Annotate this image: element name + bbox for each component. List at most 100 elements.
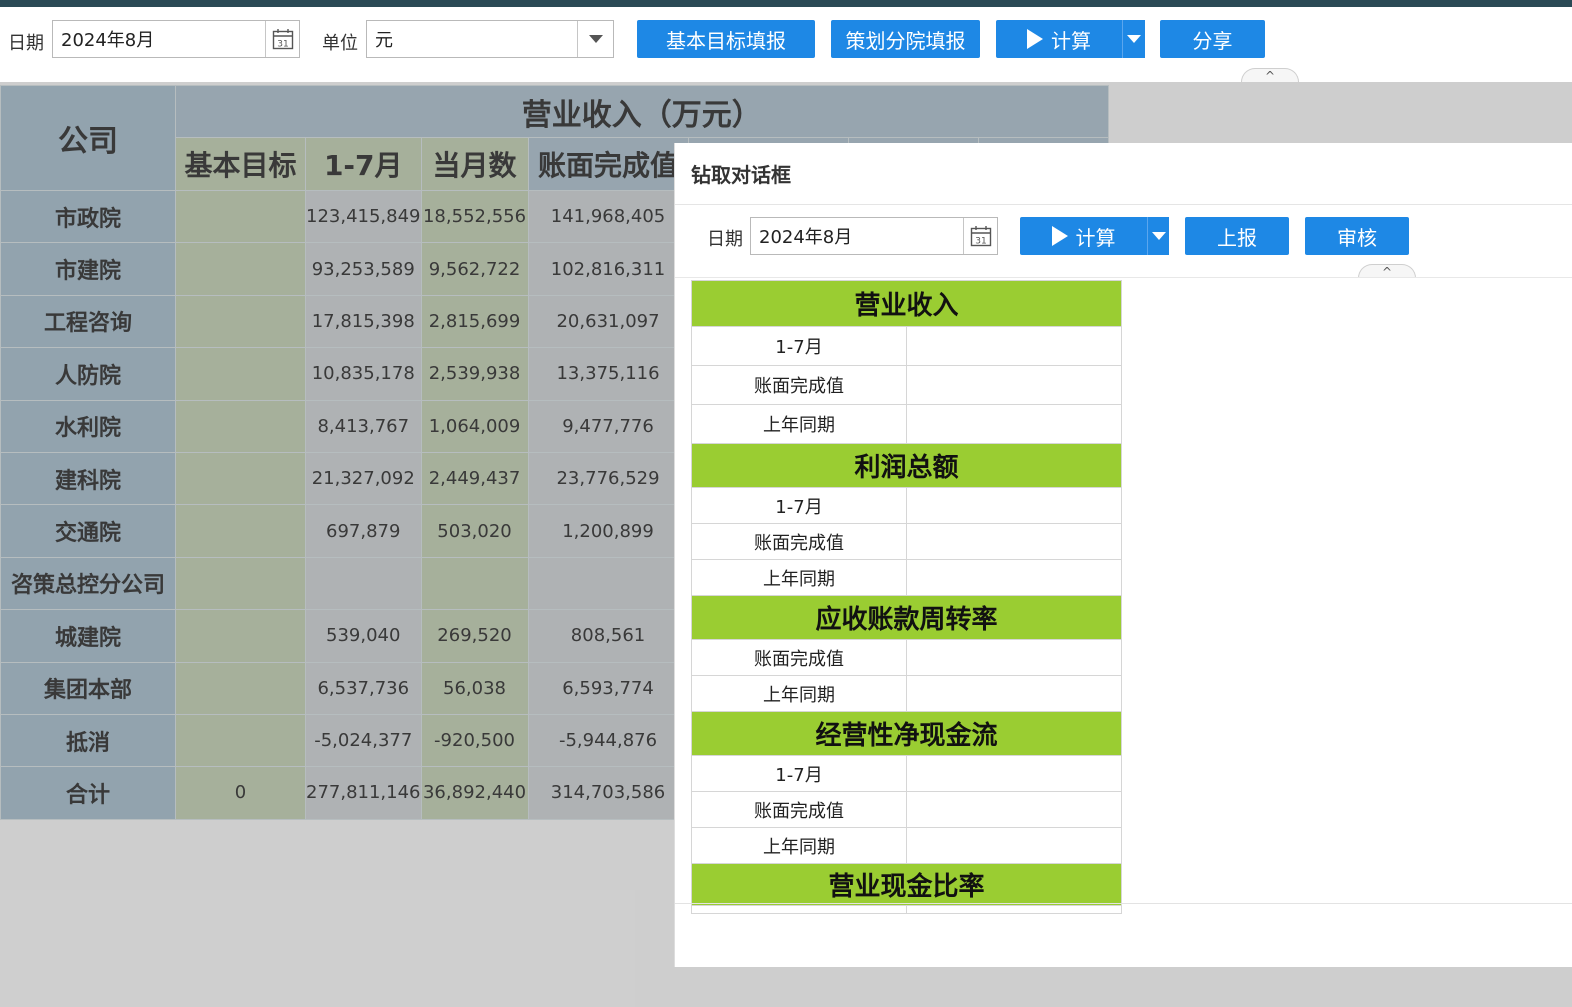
drill-row-value[interactable] [906, 559, 1122, 596]
ytd-cell[interactable]: 93,253,589 [305, 242, 422, 296]
company-cell[interactable]: 市建院 [0, 242, 176, 296]
ytd-cell[interactable]: 8,413,767 [305, 399, 422, 453]
month-cell[interactable]: 2,539,938 [420, 347, 529, 401]
ytd-cell[interactable]: 10,835,178 [305, 347, 422, 401]
target-cell[interactable] [175, 609, 306, 663]
collapse-toolbar-toggle[interactable]: ^ [1241, 68, 1299, 83]
ytd-cell[interactable] [305, 556, 422, 611]
drill-row-label: 1-7月 [691, 326, 907, 366]
month-cell[interactable]: 503,020 [420, 504, 529, 558]
ytd-cell[interactable]: 277,811,146 [305, 766, 422, 820]
book-value-cell[interactable]: 20,631,097 [527, 294, 689, 349]
month-cell[interactable]: 56,038 [420, 661, 529, 715]
main-toolbar: 日期 2024年8月 31 单位 元 基本目标填报 策划分院填报 计算 分享 ^ [0, 7, 1572, 83]
chevron-down-icon[interactable] [577, 21, 613, 57]
book-value-cell[interactable]: 314,703,586 [527, 766, 689, 820]
dialog-calculate-dropdown-button[interactable] [1147, 217, 1169, 255]
drill-row-label: 上年同期 [691, 404, 907, 444]
drill-row-value[interactable] [906, 755, 1122, 792]
drill-row-value[interactable] [906, 827, 1122, 864]
company-cell[interactable]: 人防院 [0, 347, 176, 401]
book-value-cell[interactable]: 808,561 [527, 609, 689, 663]
drill-row: 上年同期 [691, 675, 1122, 712]
ytd-cell[interactable]: 6,537,736 [305, 661, 422, 715]
month-cell[interactable]: 18,552,556 [420, 189, 529, 244]
drill-row-value[interactable] [906, 487, 1122, 524]
month-cell[interactable] [420, 556, 529, 611]
company-cell[interactable]: 抵消 [0, 713, 176, 768]
calendar-icon[interactable]: 31 [265, 21, 299, 57]
play-icon [1027, 29, 1043, 49]
target-cell[interactable]: 0 [175, 766, 306, 820]
date-input[interactable]: 2024年8月 31 [52, 20, 300, 58]
book-value-cell[interactable]: 141,968,405 [527, 189, 689, 244]
drill-row-value[interactable] [906, 675, 1122, 712]
target-cell[interactable] [175, 504, 306, 558]
company-cell[interactable]: 建科院 [0, 451, 176, 506]
drill-row-value[interactable] [906, 365, 1122, 405]
target-cell[interactable] [175, 294, 306, 349]
drill-row-value[interactable] [906, 639, 1122, 676]
book-value-cell[interactable]: 1,200,899 [527, 504, 689, 558]
target-cell[interactable] [175, 242, 306, 296]
basic-target-fill-button[interactable]: 基本目标填报 [637, 20, 815, 58]
drill-row-value[interactable] [906, 791, 1122, 828]
company-cell[interactable]: 市政院 [0, 189, 176, 244]
target-cell[interactable] [175, 661, 306, 715]
month-cell[interactable]: 2,449,437 [420, 451, 529, 506]
target-cell[interactable] [175, 347, 306, 401]
target-cell[interactable] [175, 399, 306, 453]
plan-branch-fill-button[interactable]: 策划分院填报 [831, 20, 980, 58]
company-cell[interactable]: 交通院 [0, 504, 176, 558]
report-button[interactable]: 上报 [1185, 217, 1289, 255]
section-header: 营业现金比率 [691, 863, 1122, 906]
drill-row: 上年同期 [691, 559, 1122, 596]
calculate-dropdown-button[interactable] [1122, 20, 1145, 58]
company-cell[interactable]: 城建院 [0, 609, 176, 663]
dialog-collapse-toggle[interactable]: ^ [1358, 264, 1416, 279]
drill-table: 营业收入 1-7月 账面完成值 上年同期 利润总额 1-7月 账面完成值 上年同期 应收账款周转… [691, 280, 1122, 914]
company-cell[interactable]: 水利院 [0, 399, 176, 453]
target-cell[interactable] [175, 556, 306, 611]
calendar-icon[interactable]: 31 [963, 218, 997, 254]
month-cell[interactable]: 2,815,699 [420, 294, 529, 349]
dialog-date-input[interactable]: 2024年8月 31 [750, 217, 998, 255]
company-cell[interactable]: 合计 [0, 766, 176, 820]
unit-select[interactable]: 元 [366, 20, 614, 58]
target-cell[interactable] [175, 189, 306, 244]
review-button[interactable]: 审核 [1305, 217, 1409, 255]
revenue-group-header: 营业收入（万元） [175, 85, 1109, 138]
dialog-date-value: 2024年8月 [759, 227, 853, 248]
month-cell[interactable]: -920,500 [420, 713, 529, 768]
book-value-cell[interactable] [527, 556, 689, 611]
drill-row-value[interactable] [906, 326, 1122, 366]
drill-row-value[interactable] [906, 404, 1122, 444]
book-value-cell[interactable]: 9,477,776 [527, 399, 689, 453]
ytd-cell[interactable]: 123,415,849 [305, 189, 422, 244]
book-value-cell[interactable]: 13,375,116 [527, 347, 689, 401]
target-cell[interactable] [175, 451, 306, 506]
ytd-cell[interactable]: 539,040 [305, 609, 422, 663]
drill-row-value[interactable] [906, 523, 1122, 560]
ytd-cell[interactable]: -5,024,377 [305, 713, 422, 768]
book-value-cell[interactable]: 6,593,774 [527, 661, 689, 715]
dialog-calculate-button[interactable]: 计算 [1020, 217, 1147, 255]
month-cell[interactable]: 36,892,440 [420, 766, 529, 820]
month-cell[interactable]: 1,064,009 [420, 399, 529, 453]
drill-row: 1-7月 [691, 326, 1122, 366]
company-cell[interactable]: 集团本部 [0, 661, 176, 715]
month-cell[interactable]: 269,520 [420, 609, 529, 663]
book-value-cell[interactable]: 102,816,311 [527, 242, 689, 296]
target-cell[interactable] [175, 713, 306, 768]
ytd-cell[interactable]: 21,327,092 [305, 451, 422, 506]
svg-text:31: 31 [277, 40, 288, 50]
ytd-cell[interactable]: 697,879 [305, 504, 422, 558]
book-value-cell[interactable]: 23,776,529 [527, 451, 689, 506]
company-cell[interactable]: 咨策总控分公司 [0, 556, 176, 611]
calculate-button[interactable]: 计算 [996, 20, 1122, 58]
share-button[interactable]: 分享 [1160, 20, 1265, 58]
company-cell[interactable]: 工程咨询 [0, 294, 176, 349]
month-cell[interactable]: 9,562,722 [420, 242, 529, 296]
book-value-cell[interactable]: -5,944,876 [527, 713, 689, 768]
ytd-cell[interactable]: 17,815,398 [305, 294, 422, 349]
